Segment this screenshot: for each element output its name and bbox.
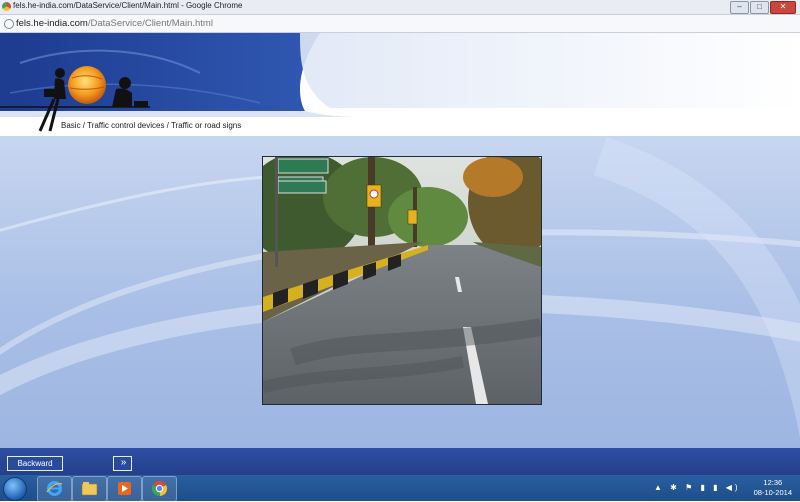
breadcrumb: Basic / Traffic control devices / Traffi… [61, 121, 242, 130]
url-domain: fels.he-india.com [16, 18, 88, 29]
road-scene-video-frame [263, 157, 541, 404]
system-tray: ▲ ✱ ⚑ ▮ ▮ ◀) 12:36 08-10-2014 [640, 475, 800, 501]
start-button[interactable] [3, 477, 27, 501]
backward-button[interactable]: Backward [7, 456, 63, 471]
url-text[interactable]: fels.he-india.com/DataService/Client/Mai… [16, 18, 213, 29]
media-player-icon [118, 482, 131, 495]
clock-time: 12:36 [763, 478, 783, 487]
clock-date: 08-10-2014 [753, 488, 792, 497]
taskbar-internet-explorer[interactable] [37, 476, 72, 502]
maximize-button[interactable]: □ [750, 1, 769, 14]
taskbar-google-chrome[interactable] [142, 476, 177, 502]
google-chrome-icon [151, 481, 168, 497]
page-header: Basic / Traffic control devices / Traffi… [0, 33, 800, 136]
window-controls: – □ ✕ [730, 1, 796, 14]
browser-title-bar: fels.he-india.com/DataService/Client/Mai… [0, 0, 800, 15]
chrome-icon [2, 2, 11, 11]
video-player[interactable] [262, 156, 542, 405]
window-title: fels.he-india.com/DataService/Client/Mai… [13, 1, 243, 10]
taskbar-media-player[interactable] [107, 476, 142, 502]
url-path: /DataService/Client/Main.html [87, 18, 213, 29]
taskbar-file-explorer[interactable] [72, 476, 107, 502]
page-info-icon[interactable] [4, 19, 14, 29]
folder-icon [81, 482, 98, 496]
tray-icons[interactable]: ▲ ✱ ⚑ ▮ ▮ ◀) [654, 483, 741, 492]
clock[interactable]: 12:36 08-10-2014 [754, 478, 792, 498]
windows-taskbar: ▲ ✱ ⚑ ▮ ▮ ◀) 12:36 08-10-2014 [0, 475, 800, 502]
close-button[interactable]: ✕ [770, 1, 796, 14]
address-bar[interactable]: fels.he-india.com/DataService/Client/Mai… [0, 15, 800, 33]
internet-explorer-icon [46, 481, 63, 496]
minimize-button[interactable]: – [730, 1, 749, 14]
forward-button[interactable]: » [113, 456, 132, 471]
navigation-bar: Backward » [0, 448, 800, 475]
content-area [0, 136, 800, 448]
